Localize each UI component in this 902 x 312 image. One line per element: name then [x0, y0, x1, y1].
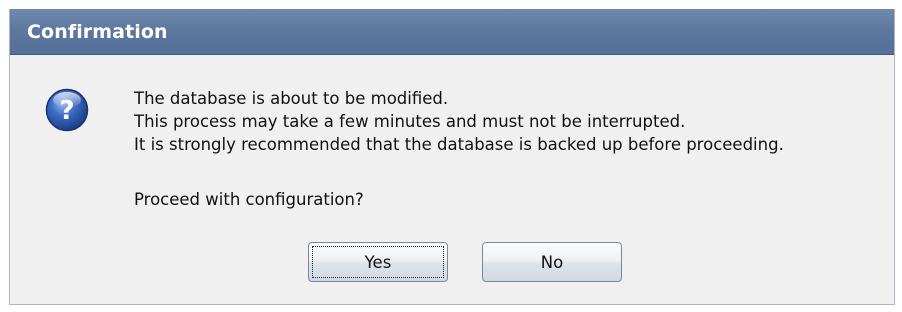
yes-button[interactable]: Yes	[308, 242, 448, 282]
dialog-title: Confirmation	[27, 21, 168, 43]
confirmation-dialog: Confirmation ? The database is about to …	[9, 9, 895, 305]
svg-text:?: ?	[59, 96, 74, 126]
yes-button-label: Yes	[364, 252, 392, 272]
message-line-2: This process may take a few minutes and …	[134, 112, 686, 131]
confirmation-prompt: Proceed with configuration?	[134, 190, 364, 209]
question-icon: ?	[45, 88, 89, 132]
message-line-1: The database is about to be modified.	[134, 89, 449, 108]
no-button[interactable]: No	[482, 242, 622, 282]
message-line-3: It is strongly recommended that the data…	[134, 135, 784, 154]
no-button-label: No	[540, 252, 564, 272]
dialog-titlebar[interactable]: Confirmation	[10, 9, 894, 55]
